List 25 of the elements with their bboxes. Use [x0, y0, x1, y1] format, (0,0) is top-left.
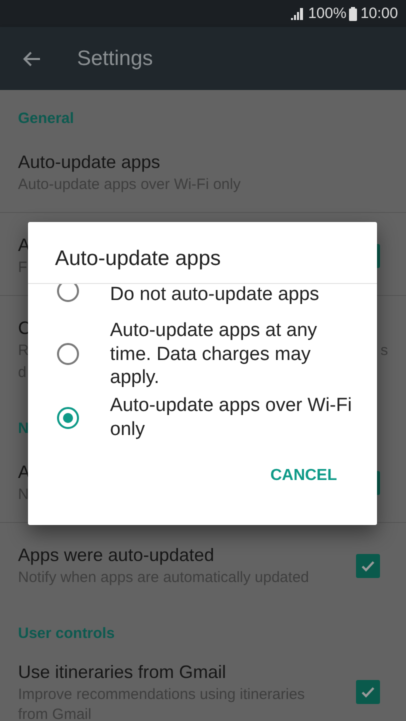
clock: 10:00: [360, 5, 398, 22]
dialog-title: Auto-update apps: [28, 222, 377, 284]
radio-option[interactable]: Do not auto-update apps: [28, 284, 377, 317]
section-header: N: [18, 419, 29, 439]
setting-title: Use itineraries from Gmail: [18, 661, 226, 684]
battery-percentage: 100%: [308, 5, 346, 22]
checkbox[interactable]: [356, 554, 380, 578]
cancel-button[interactable]: CANCEL: [254, 458, 353, 494]
option-label: Do not auto-update apps: [110, 284, 320, 306]
option-label: Auto-update apps over Wi-Fi only: [110, 394, 353, 441]
radio-button[interactable]: [57, 284, 79, 302]
signal-icon: [291, 8, 306, 20]
option-label: Auto-update apps at any time. Data charges may apply.: [110, 319, 318, 390]
checkbox[interactable]: [356, 680, 380, 704]
radio-option[interactable]: Auto-update apps over Wi-Fi only: [28, 392, 377, 444]
section-header: User controls: [18, 624, 115, 644]
section-header: General: [18, 109, 74, 129]
radio-button[interactable]: [57, 343, 79, 366]
screen-title: Settings: [77, 46, 153, 70]
battery-icon: [349, 6, 358, 20]
setting-title: Apps were auto-updated: [18, 544, 214, 567]
radio-option[interactable]: Auto-update apps at any time. Data charges may apply.: [28, 317, 377, 392]
radio-button[interactable]: [57, 406, 79, 428]
back-arrow-icon: [23, 50, 41, 66]
setting-title: Auto-update apps: [18, 151, 160, 174]
